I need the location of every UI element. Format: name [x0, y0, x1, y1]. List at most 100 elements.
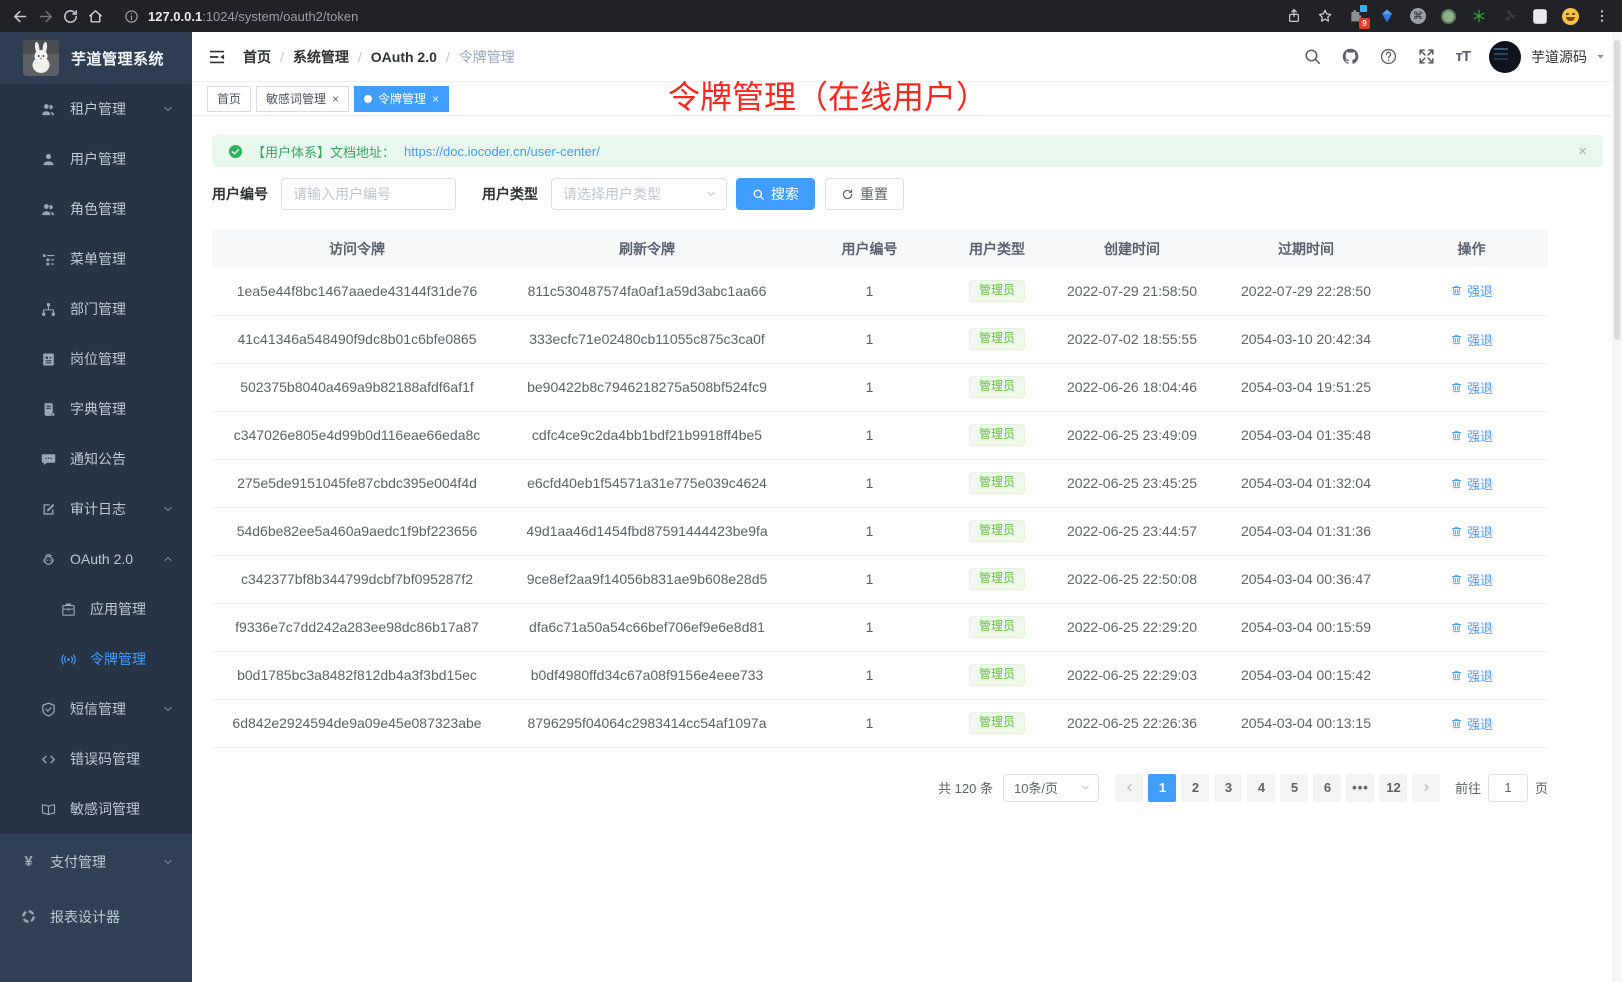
bookmark-star-icon[interactable]	[1317, 8, 1333, 24]
scrollbar-thumb[interactable]	[1614, 40, 1620, 340]
user-id-cell: 1	[792, 315, 947, 363]
page-button-2[interactable]: 2	[1181, 774, 1209, 802]
sidebar-item-pay[interactable]: ¥支付管理	[0, 834, 192, 889]
page-button-6[interactable]: 6	[1313, 774, 1341, 802]
browser-forward-icon[interactable]	[37, 8, 54, 25]
sidebar-item-post[interactable]: 岗位管理	[0, 334, 192, 384]
tab-home[interactable]: 首页	[207, 86, 251, 112]
force-logout-button[interactable]: 强退	[1450, 426, 1493, 445]
browser-menu-icon[interactable]	[1594, 8, 1610, 24]
sidebar-item-tenant[interactable]: 租户管理	[0, 84, 192, 134]
sidebar-item-role[interactable]: 角色管理	[0, 184, 192, 234]
sidebar-item-sms[interactable]: 短信管理	[0, 684, 192, 734]
trash-icon	[1450, 669, 1463, 682]
expires-at-cell: 2054-03-04 01:31:36	[1217, 507, 1395, 555]
refresh-token-cell: 333ecfc71e02480cb11055c875c3ca0f	[502, 315, 792, 363]
goto-page-input[interactable]	[1488, 774, 1528, 802]
access-token-cell: c347026e805e4d99b0d116eae66eda8c	[212, 411, 502, 459]
browser-home-icon[interactable]	[87, 8, 104, 25]
sidebar-item-report-designer[interactable]: 报表设计器	[0, 889, 192, 944]
sidebar-item-notice[interactable]: 通知公告	[0, 434, 192, 484]
page-button-1[interactable]: 1	[1148, 774, 1176, 802]
sidebar-item-user[interactable]: 用户管理	[0, 134, 192, 184]
username[interactable]: 芋道源码	[1531, 47, 1587, 67]
sidebar-item-label: 菜单管理	[70, 249, 126, 269]
help-icon[interactable]	[1379, 47, 1398, 66]
sidebar-item-menu[interactable]: 菜单管理	[0, 234, 192, 284]
user-avatar[interactable]	[1489, 41, 1521, 73]
browser-reload-icon[interactable]	[62, 8, 79, 25]
sidebar-item-audit-log[interactable]: 审计日志	[0, 484, 192, 534]
extension-green-star-icon[interactable]	[1471, 8, 1487, 24]
reset-button[interactable]: 重置	[825, 178, 904, 210]
extension-command-icon[interactable]: ⌘	[1410, 8, 1426, 24]
table-row: f9336e7c7dd242a283ee98dc86b17a87dfa6c71a…	[212, 603, 1548, 651]
page-scrollbar[interactable]	[1612, 32, 1622, 982]
chevron-down-icon	[162, 503, 174, 515]
briefcase-icon	[60, 601, 77, 618]
browser-back-icon[interactable]	[12, 8, 29, 25]
sidebar-item-error-code[interactable]: 错误码管理	[0, 734, 192, 784]
next-page-button[interactable]	[1412, 774, 1440, 802]
extension-puzzle-icon[interactable]: 9	[1348, 8, 1364, 24]
chevron-down-icon[interactable]	[1595, 51, 1606, 62]
share-icon[interactable]	[1286, 8, 1302, 24]
sidebar-collapse-icon[interactable]	[207, 47, 227, 67]
force-logout-button[interactable]: 强退	[1450, 570, 1493, 589]
alert-close-icon[interactable]: ×	[1578, 143, 1587, 160]
extension-green-circle-icon[interactable]	[1441, 9, 1456, 24]
profile-avatar-icon[interactable]	[1562, 8, 1579, 25]
force-logout-button[interactable]: 强退	[1450, 666, 1493, 685]
sidebar-item-sensitive-word[interactable]: 敏感词管理	[0, 784, 192, 834]
font-size-icon[interactable]: тT	[1455, 48, 1470, 65]
user-id-input[interactable]	[281, 178, 456, 210]
site-info-icon[interactable]	[124, 9, 139, 24]
sidebar-item-oauth2[interactable]: OAuth 2.0	[0, 534, 192, 584]
page-button-12[interactable]: 12	[1379, 774, 1407, 802]
tab-close-icon[interactable]: ×	[432, 93, 439, 105]
access-token-cell: 41c41346a548490f9dc8b01c6bfe0865	[212, 315, 502, 363]
access-token-cell: b0d1785bc3a8482f812db4a3f3bd15ec	[212, 651, 502, 699]
force-logout-button[interactable]: 强退	[1450, 714, 1493, 733]
page-size-select[interactable]: 10条/页	[1003, 774, 1099, 802]
force-logout-button[interactable]: 强退	[1450, 522, 1493, 541]
user-type-badge: 管理员	[969, 328, 1025, 350]
tab-sensitive-word[interactable]: 敏感词管理×	[256, 86, 349, 112]
sidebar-item-oauth2-token[interactable]: 令牌管理	[0, 634, 192, 684]
force-logout-button[interactable]: 强退	[1450, 474, 1493, 493]
sidebar-item-dept[interactable]: 部门管理	[0, 284, 192, 334]
force-logout-button[interactable]: 强退	[1450, 281, 1493, 300]
extension-sidebar-icon[interactable]	[1533, 9, 1547, 24]
github-icon[interactable]	[1341, 47, 1360, 66]
search-icon[interactable]	[1303, 47, 1322, 66]
page-button-4[interactable]: 4	[1247, 774, 1275, 802]
prev-page-button[interactable]	[1115, 774, 1143, 802]
breadcrumb-item[interactable]: 系统管理	[293, 47, 349, 67]
search-button[interactable]: 搜索	[736, 178, 815, 210]
breadcrumb-item[interactable]: 首页	[243, 47, 271, 67]
active-tab-dot	[364, 95, 372, 103]
force-logout-label: 强退	[1467, 330, 1493, 349]
tab-close-icon[interactable]: ×	[332, 93, 339, 105]
fullscreen-icon[interactable]	[1417, 47, 1436, 66]
user-type-cell: 管理员	[947, 315, 1047, 363]
more-pages-button[interactable]: •••	[1346, 774, 1374, 802]
alert-doc-link[interactable]: https://doc.iocoder.cn/user-center/	[404, 144, 600, 159]
extension-pinwheel-icon[interactable]	[1502, 8, 1518, 24]
user-type-cell: 管理员	[947, 555, 1047, 603]
tab-oauth2-token[interactable]: 令牌管理×	[354, 86, 449, 112]
sidebar-item-oauth2-app[interactable]: 应用管理	[0, 584, 192, 634]
force-logout-button[interactable]: 强退	[1450, 618, 1493, 637]
url-bar[interactable]: 127.0.0.1:1024/system/oauth2/token	[124, 9, 1278, 24]
page-button-3[interactable]: 3	[1214, 774, 1242, 802]
user-type-select[interactable]: 请选择用户类型	[551, 178, 727, 210]
force-logout-button[interactable]: 强退	[1450, 378, 1493, 397]
extension-gem-icon[interactable]	[1379, 8, 1395, 24]
sidebar-item-dict[interactable]: 字典管理	[0, 384, 192, 434]
app-logo[interactable]: 芋道管理系统	[0, 32, 192, 84]
expires-at-cell: 2022-07-29 22:28:50	[1217, 267, 1395, 315]
page-button-5[interactable]: 5	[1280, 774, 1308, 802]
breadcrumb-item[interactable]: OAuth 2.0	[371, 49, 437, 65]
chevron-down-icon	[162, 856, 174, 868]
force-logout-button[interactable]: 强退	[1450, 330, 1493, 349]
